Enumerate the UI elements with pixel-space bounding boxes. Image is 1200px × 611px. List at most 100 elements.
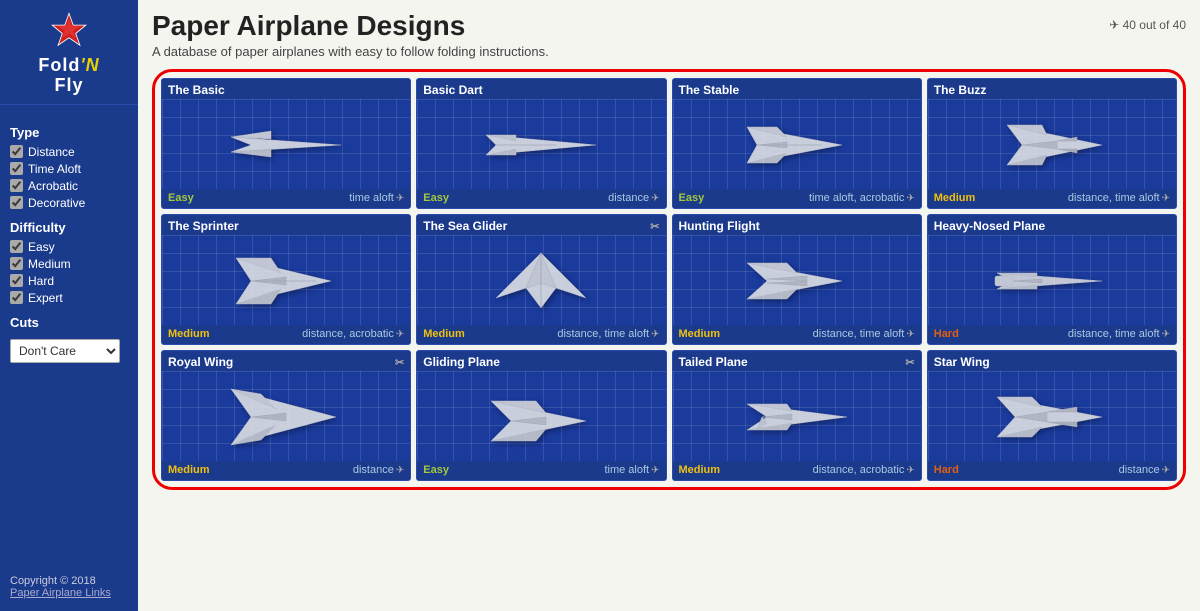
tags-hunting-flight: distance, time aloft ✈ <box>813 328 915 340</box>
sidebar: Fold'NFly Type Distance Time Aloft Acrob… <box>0 0 138 611</box>
checkbox-distance[interactable] <box>10 145 23 158</box>
plane-image-the-basic <box>162 99 410 189</box>
plane-image-hunting-flight <box>673 235 921 325</box>
filter-hard[interactable]: Hard <box>10 274 128 288</box>
page-header: Paper Airplane Designs ✈ 40 out of 40 A … <box>152 10 1186 59</box>
plane-card-footer-gliding-plane: Easy time aloft ✈ <box>417 461 665 480</box>
difficulty-section-title: Difficulty <box>10 220 128 235</box>
logo-n: 'N <box>80 55 99 75</box>
plane-card-title-hunting-flight: Hunting Flight <box>673 215 921 235</box>
difficulty-the-sprinter: Medium <box>168 328 210 340</box>
plane-card-title-the-sea-glider: The Sea Glider ✂ <box>417 215 665 235</box>
plane-card-the-buzz[interactable]: The Buzz Medium distance, time aloft ✈ <box>927 78 1177 209</box>
tags-the-stable: time aloft, acrobatic ✈ <box>809 192 915 204</box>
difficulty-the-basic: Easy <box>168 192 194 204</box>
tags-tailed-plane: distance, acrobatic ✈ <box>813 464 915 476</box>
plane-card-footer-the-stable: Easy time aloft, acrobatic ✈ <box>673 189 921 208</box>
page-title: Paper Airplane Designs <box>152 10 465 42</box>
difficulty-tailed-plane: Medium <box>679 464 721 476</box>
filter-time-aloft[interactable]: Time Aloft <box>10 162 128 176</box>
difficulty-the-stable: Easy <box>679 192 705 204</box>
plane-card-basic-dart[interactable]: Basic Dart Easy distance ✈ <box>416 78 666 209</box>
difficulty-basic-dart: Easy <box>423 192 449 204</box>
logo-fold: Fold <box>38 55 80 75</box>
difficulty-gliding-plane: Easy <box>423 464 449 476</box>
plane-card-heavy-nosed-plane[interactable]: Heavy-Nosed Plane Hard distance, time al… <box>927 214 1177 345</box>
scissors-icon-tailed-plane: ✂ <box>906 356 915 369</box>
plane-card-footer-the-sea-glider: Medium distance, time aloft ✈ <box>417 325 665 344</box>
plane-image-the-stable <box>673 99 921 189</box>
plane-card-title-basic-dart: Basic Dart <box>417 79 665 99</box>
plane-card-footer-tailed-plane: Medium distance, acrobatic ✈ <box>673 461 921 480</box>
logo-fly: Fly <box>54 75 83 95</box>
plane-card-title-tailed-plane: Tailed Plane ✂ <box>673 351 921 371</box>
sidebar-footer: Copyright © 2018 Paper Airplane Links <box>0 567 138 611</box>
sidebar-filters: Type Distance Time Aloft Acrobatic Decor… <box>0 105 138 567</box>
tags-heavy-nosed-plane: distance, time aloft ✈ <box>1068 328 1170 340</box>
filter-time-aloft-label: Time Aloft <box>28 162 81 176</box>
difficulty-the-buzz: Medium <box>934 192 976 204</box>
plane-card-title-gliding-plane: Gliding Plane <box>417 351 665 371</box>
plane-card-footer-the-buzz: Medium distance, time aloft ✈ <box>928 189 1176 208</box>
plane-card-the-stable[interactable]: The Stable Easy time aloft, acrobatic ✈ <box>672 78 922 209</box>
filter-medium-label: Medium <box>28 257 71 271</box>
plane-card-hunting-flight[interactable]: Hunting Flight Medium distance, time alo… <box>672 214 922 345</box>
tags-the-buzz: distance, time aloft ✈ <box>1068 192 1170 204</box>
filter-decorative[interactable]: Decorative <box>10 196 128 210</box>
plane-card-title-star-wing: Star Wing <box>928 351 1176 371</box>
filter-acrobatic[interactable]: Acrobatic <box>10 179 128 193</box>
cuts-section-title: Cuts <box>10 315 128 330</box>
difficulty-royal-wing: Medium <box>168 464 210 476</box>
type-section-title: Type <box>10 125 128 140</box>
result-count: ✈ 40 out of 40 <box>1109 18 1186 32</box>
checkbox-decorative[interactable] <box>10 196 23 209</box>
filter-medium[interactable]: Medium <box>10 257 128 271</box>
scissors-icon-sea-glider: ✂ <box>650 220 659 233</box>
cuts-select[interactable]: Don't Care No Cuts With Cuts <box>10 339 120 363</box>
plane-card-the-basic[interactable]: The Basic Easy time aloft ✈ <box>161 78 411 209</box>
filter-easy[interactable]: Easy <box>10 240 128 254</box>
plane-card-title-the-stable: The Stable <box>673 79 921 99</box>
difficulty-star-wing: Hard <box>934 464 959 476</box>
filter-distance[interactable]: Distance <box>10 145 128 159</box>
filter-distance-label: Distance <box>28 145 75 159</box>
plane-card-footer-hunting-flight: Medium distance, time aloft ✈ <box>673 325 921 344</box>
filter-easy-label: Easy <box>28 240 55 254</box>
scissors-icon-royal-wing: ✂ <box>395 356 404 369</box>
checkbox-medium[interactable] <box>10 257 23 270</box>
plane-card-footer-basic-dart: Easy distance ✈ <box>417 189 665 208</box>
logo-area[interactable]: Fold'NFly <box>0 0 138 105</box>
plane-image-the-sea-glider <box>417 235 665 325</box>
plane-card-royal-wing[interactable]: Royal Wing ✂ Medium distance ✈ <box>161 350 411 481</box>
plane-card-footer-royal-wing: Medium distance ✈ <box>162 461 410 480</box>
logo-star-icon <box>48 10 90 52</box>
difficulty-heavy-nosed-plane: Hard <box>934 328 959 340</box>
tags-gliding-plane: time aloft ✈ <box>604 464 659 476</box>
tags-the-basic: time aloft ✈ <box>349 192 404 204</box>
checkbox-hard[interactable] <box>10 274 23 287</box>
plane-image-the-buzz <box>928 99 1176 189</box>
plane-image-royal-wing <box>162 371 410 461</box>
plane-card-the-sea-glider[interactable]: The Sea Glider ✂ Medium distance, time a… <box>416 214 666 345</box>
filter-expert[interactable]: Expert <box>10 291 128 305</box>
plane-card-tailed-plane[interactable]: Tailed Plane ✂ Medium distance, acrobati… <box>672 350 922 481</box>
checkbox-expert[interactable] <box>10 291 23 304</box>
checkbox-time-aloft[interactable] <box>10 162 23 175</box>
plane-card-title-the-sprinter: The Sprinter <box>162 215 410 235</box>
footer-copyright: Copyright © 2018 <box>10 575 128 587</box>
plane-image-star-wing <box>928 371 1176 461</box>
plane-image-the-sprinter <box>162 235 410 325</box>
checkbox-easy[interactable] <box>10 240 23 253</box>
tags-royal-wing: distance ✈ <box>353 464 404 476</box>
plane-image-gliding-plane <box>417 371 665 461</box>
plane-card-gliding-plane[interactable]: Gliding Plane Easy time aloft ✈ <box>416 350 666 481</box>
footer-link[interactable]: Paper Airplane Links <box>10 587 111 599</box>
checkbox-acrobatic[interactable] <box>10 179 23 192</box>
tags-the-sprinter: distance, acrobatic ✈ <box>302 328 404 340</box>
plane-image-tailed-plane <box>673 371 921 461</box>
logo-text: Fold'NFly <box>38 56 99 96</box>
plane-card-title-royal-wing: Royal Wing ✂ <box>162 351 410 371</box>
plane-card-star-wing[interactable]: Star Wing Hard distance ✈ <box>927 350 1177 481</box>
difficulty-hunting-flight: Medium <box>679 328 721 340</box>
plane-card-the-sprinter[interactable]: The Sprinter Medium distance, acrobatic … <box>161 214 411 345</box>
